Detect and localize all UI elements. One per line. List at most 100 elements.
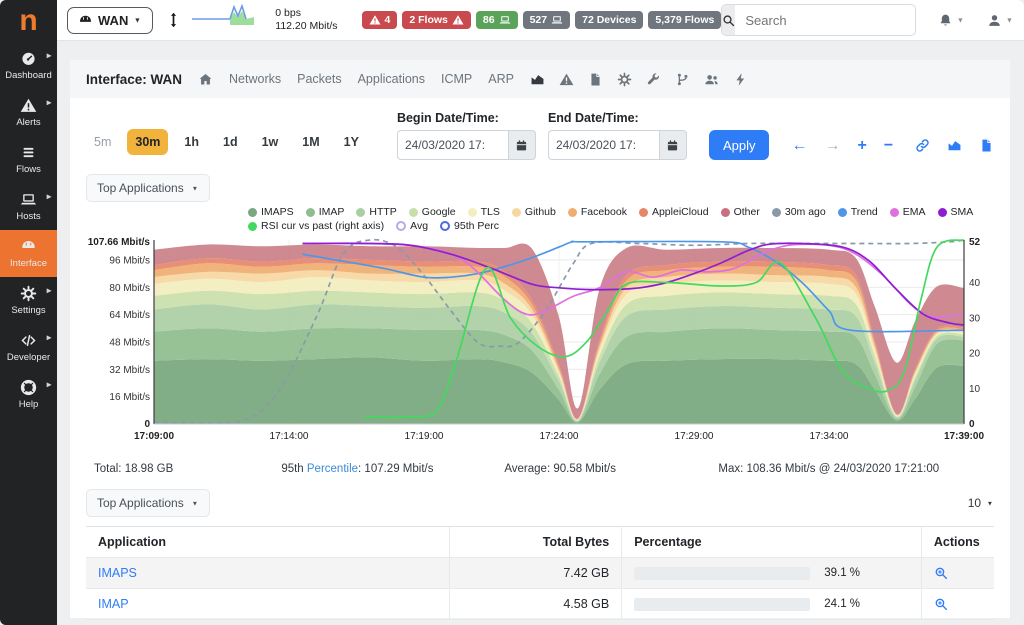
range-button-1Y[interactable]: 1Y bbox=[336, 129, 367, 155]
legend-item-tls[interactable]: TLS bbox=[468, 206, 500, 218]
svg-text:17:29:00: 17:29:00 bbox=[675, 431, 714, 442]
legend-item-facebook[interactable]: Facebook bbox=[568, 206, 627, 218]
chart-area-icon[interactable] bbox=[947, 138, 962, 153]
sidebar-item-help[interactable]: Help▶ bbox=[0, 371, 57, 418]
legend-swatch bbox=[248, 222, 257, 231]
back-arrow-button[interactable]: ← bbox=[791, 138, 807, 154]
badge-72-devices[interactable]: 72 Devices bbox=[575, 11, 643, 29]
calendar-icon[interactable] bbox=[659, 130, 687, 160]
legend-item-http[interactable]: HTTP bbox=[356, 206, 396, 218]
calendar-icon[interactable] bbox=[508, 130, 536, 160]
breadcrumb-link-networks[interactable]: Networks bbox=[229, 72, 281, 86]
ntopng-logo[interactable]: n bbox=[0, 0, 57, 42]
notifications-menu[interactable]: ▼ bbox=[938, 13, 965, 28]
badge-2-flows[interactable]: 2 Flows bbox=[402, 11, 471, 29]
table-header-row: ApplicationTotal BytesPercentageActions bbox=[86, 527, 994, 558]
end-datetime-input[interactable] bbox=[548, 130, 659, 160]
user-menu[interactable]: ▼ bbox=[987, 13, 1014, 28]
svg-text:17:09:00: 17:09:00 bbox=[134, 431, 174, 442]
range-button-5m[interactable]: 5m bbox=[86, 129, 119, 155]
home-icon[interactable] bbox=[198, 72, 213, 87]
application-link-imap[interactable]: IMAP bbox=[98, 597, 129, 611]
svg-text:80 Mbit/s: 80 Mbit/s bbox=[109, 283, 150, 294]
top-applications-dropdown[interactable]: Top Applications ▼ bbox=[86, 489, 210, 517]
legend-item-sma[interactable]: SMA bbox=[938, 206, 974, 218]
column-header-percentage[interactable]: Percentage bbox=[622, 527, 922, 558]
users-icon[interactable] bbox=[704, 72, 719, 87]
badge-4[interactable]: 4 bbox=[362, 11, 398, 29]
legend-item-avg[interactable]: Avg bbox=[396, 220, 428, 232]
range-button-30m[interactable]: 30m bbox=[127, 129, 168, 155]
range-button-1M[interactable]: 1M bbox=[294, 129, 327, 155]
legend-item-imaps[interactable]: IMAPS bbox=[248, 206, 294, 218]
sidebar-item-label: Settings bbox=[11, 305, 45, 316]
legend-item-trend[interactable]: Trend bbox=[838, 206, 878, 218]
sidebar-item-interface[interactable]: Interface bbox=[0, 230, 57, 277]
global-search bbox=[721, 4, 916, 36]
badge-527[interactable]: 527 bbox=[523, 11, 571, 29]
sidebar-item-label: Dashboard bbox=[5, 70, 51, 81]
wrench-icon[interactable] bbox=[646, 72, 661, 87]
search-plus-icon[interactable] bbox=[934, 597, 982, 611]
legend-item-95th-perc[interactable]: 95th Perc bbox=[440, 220, 499, 232]
content-card: Interface: WAN NetworksPacketsApplicatio… bbox=[70, 60, 1010, 618]
permalink-icon[interactable] bbox=[915, 138, 930, 153]
legend-item-github[interactable]: Github bbox=[512, 206, 556, 218]
legend-item-ema[interactable]: EMA bbox=[890, 206, 926, 218]
interface-selector[interactable]: WAN ▼ bbox=[67, 7, 153, 34]
badge-86[interactable]: 86 bbox=[476, 11, 518, 29]
legend-item-appleicloud[interactable]: AppleiCloud bbox=[639, 206, 709, 218]
column-header-application[interactable]: Application bbox=[86, 527, 449, 558]
gear-icon[interactable] bbox=[617, 72, 632, 87]
page-size-select[interactable]: 10 ▼ bbox=[968, 496, 994, 510]
chart-area-icon[interactable] bbox=[530, 72, 545, 87]
warning-icon[interactable] bbox=[559, 72, 574, 87]
zoom-in-button[interactable]: + bbox=[857, 138, 866, 154]
badge-5-379-flows[interactable]: 5,379 Flows bbox=[648, 11, 721, 29]
column-header-actions[interactable]: Actions bbox=[921, 527, 994, 558]
zoom-out-button[interactable]: − bbox=[884, 138, 893, 154]
code-branch-icon[interactable] bbox=[675, 72, 690, 87]
apply-button[interactable]: Apply bbox=[709, 130, 770, 160]
legend-label: AppleiCloud bbox=[652, 206, 709, 218]
breadcrumb-link-icmp[interactable]: ICMP bbox=[441, 72, 472, 86]
legend-item-30m-ago[interactable]: 30m ago bbox=[772, 206, 826, 218]
bolt-icon[interactable] bbox=[733, 72, 748, 87]
range-button-1w[interactable]: 1w bbox=[254, 129, 287, 155]
legend-item-other[interactable]: Other bbox=[721, 206, 760, 218]
traffic-chart[interactable]: 107.66 Mbit/s16 Mbit/s32 Mbit/s48 Mbit/s… bbox=[78, 234, 1002, 453]
top-applications-dropdown[interactable]: Top Applications ▼ bbox=[86, 174, 210, 202]
sidebar-item-settings[interactable]: Settings▶ bbox=[0, 277, 57, 324]
sidebar-item-label: Help bbox=[19, 399, 39, 410]
laptop-icon bbox=[551, 14, 563, 26]
search-plus-icon[interactable] bbox=[934, 566, 982, 580]
gear-icon bbox=[20, 285, 37, 302]
sidebar-item-flows[interactable]: Flows bbox=[0, 136, 57, 183]
sidebar-item-alerts[interactable]: Alerts▶ bbox=[0, 89, 57, 136]
breadcrumb-link-packets[interactable]: Packets bbox=[297, 72, 341, 86]
legend-item-imap[interactable]: IMAP bbox=[306, 206, 345, 218]
range-button-1d[interactable]: 1d bbox=[215, 129, 246, 155]
report-icon[interactable] bbox=[979, 138, 994, 153]
legend-item-rsi-cur-vs-past-right-axis-[interactable]: RSI cur vs past (right axis) bbox=[248, 220, 384, 232]
breadcrumb-link-applications[interactable]: Applications bbox=[358, 72, 425, 86]
stat-item: 95th Percentile: 107.29 Mbit/s bbox=[281, 463, 504, 475]
sidebar-item-hosts[interactable]: Hosts▶ bbox=[0, 183, 57, 230]
search-icon[interactable] bbox=[722, 5, 735, 35]
stat-value: 18.98 GB bbox=[125, 463, 174, 475]
column-header-total-bytes[interactable]: Total Bytes bbox=[449, 527, 622, 558]
sidebar-item-dashboard[interactable]: Dashboard▶ bbox=[0, 42, 57, 89]
percentile-link[interactable]: Percentile bbox=[307, 463, 358, 475]
forward-arrow-button[interactable]: → bbox=[824, 138, 840, 154]
range-button-1h[interactable]: 1h bbox=[176, 129, 207, 155]
legend-item-google[interactable]: Google bbox=[409, 206, 456, 218]
chevron-down-icon: ▼ bbox=[192, 184, 198, 191]
search-input[interactable] bbox=[735, 13, 916, 28]
sidebar-item-developer[interactable]: Developer▶ bbox=[0, 324, 57, 371]
breadcrumb-link-arp[interactable]: ARP bbox=[488, 72, 514, 86]
table-row: IMAPS7.42 GB39.1 % bbox=[86, 558, 994, 589]
file-icon[interactable] bbox=[588, 72, 603, 87]
chevron-right-icon: ▶ bbox=[46, 99, 51, 106]
application-link-imaps[interactable]: IMAPS bbox=[98, 566, 137, 580]
begin-datetime-input[interactable] bbox=[397, 130, 508, 160]
